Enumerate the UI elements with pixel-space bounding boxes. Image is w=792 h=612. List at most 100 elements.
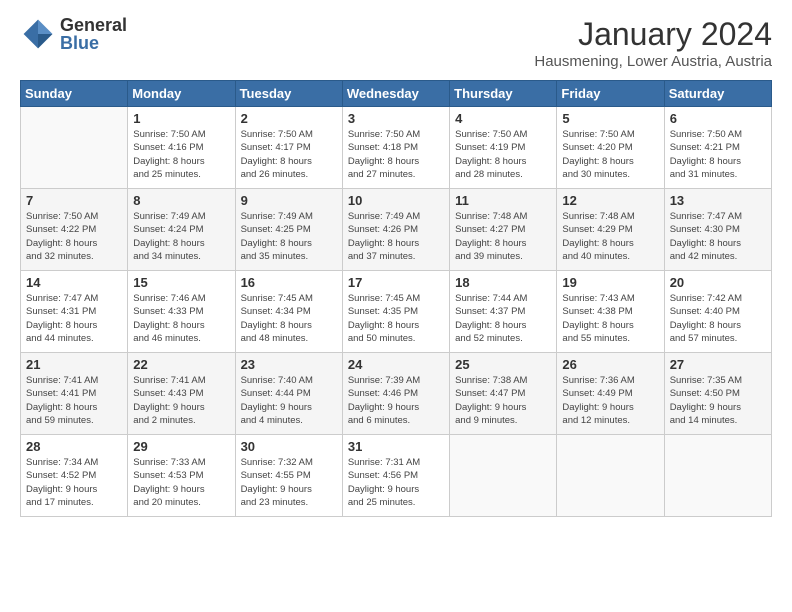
table-row: 1 Sunrise: 7:50 AM Sunset: 4:16 PM Daylig… xyxy=(128,107,235,189)
day-info: Sunrise: 7:48 AM Sunset: 4:27 PM Dayligh… xyxy=(455,210,551,263)
day-number: 31 xyxy=(348,439,444,454)
day-info: Sunrise: 7:38 AM Sunset: 4:47 PM Dayligh… xyxy=(455,374,551,427)
day-number: 2 xyxy=(241,111,337,126)
day-number: 12 xyxy=(562,193,658,208)
table-row: 9Sunrise: 7:49 AM Sunset: 4:25 PM Daylig… xyxy=(235,189,342,271)
day-info: Sunrise: 7:32 AM Sunset: 4:55 PM Dayligh… xyxy=(241,456,337,509)
header-sunday: Sunday xyxy=(21,81,128,107)
day-number: 11 xyxy=(455,193,551,208)
day-number: 15 xyxy=(133,275,229,290)
day-info: Sunrise: 7:41 AM Sunset: 4:41 PM Dayligh… xyxy=(26,374,122,427)
day-number: 30 xyxy=(241,439,337,454)
table-row xyxy=(557,435,664,517)
day-number: 6 xyxy=(670,111,766,126)
logo-text: General Blue xyxy=(60,16,127,52)
day-info: Sunrise: 7:31 AM Sunset: 4:56 PM Dayligh… xyxy=(348,456,444,509)
day-info: Sunrise: 7:42 AM Sunset: 4:40 PM Dayligh… xyxy=(670,292,766,345)
table-row: 16 Sunrise: 7:45 AM Sunset: 4:34 PM Dayli… xyxy=(235,271,342,353)
table-row: 14 Sunrise: 7:47 AM Sunset: 4:31 PM Dayli… xyxy=(21,271,128,353)
day-info: Sunrise: 7:40 AM Sunset: 4:44 PM Dayligh… xyxy=(241,374,337,427)
day-number: 16 xyxy=(241,275,337,290)
table-row: 10Sunrise: 7:49 AM Sunset: 4:26 PM Dayli… xyxy=(342,189,449,271)
calendar-week-row: 14 Sunrise: 7:47 AM Sunset: 4:31 PM Dayli… xyxy=(21,271,772,353)
header-row: Sunday Monday Tuesday Wednesday Thursday… xyxy=(21,81,772,107)
table-row: 20 Sunrise: 7:42 AM Sunset: 4:40 PM Dayli… xyxy=(664,271,771,353)
table-row xyxy=(664,435,771,517)
day-info: Sunrise: 7:49 AM Sunset: 4:24 PM Dayligh… xyxy=(133,210,229,263)
day-info: Sunrise: 7:44 AM Sunset: 4:37 PM Dayligh… xyxy=(455,292,551,345)
day-info: Sunrise: 7:50 AM Sunset: 4:17 PM Dayligh… xyxy=(241,128,337,181)
header-thursday: Thursday xyxy=(450,81,557,107)
day-info: Sunrise: 7:50 AM Sunset: 4:19 PM Dayligh… xyxy=(455,128,551,181)
day-info: Sunrise: 7:35 AM Sunset: 4:50 PM Dayligh… xyxy=(670,374,766,427)
table-row: 26 Sunrise: 7:36 AM Sunset: 4:49 PM Dayli… xyxy=(557,353,664,435)
table-row: 17 Sunrise: 7:45 AM Sunset: 4:35 PM Dayli… xyxy=(342,271,449,353)
day-number: 28 xyxy=(26,439,122,454)
day-number: 20 xyxy=(670,275,766,290)
day-info: Sunrise: 7:45 AM Sunset: 4:35 PM Dayligh… xyxy=(348,292,444,345)
day-info: Sunrise: 7:50 AM Sunset: 4:22 PM Dayligh… xyxy=(26,210,122,263)
logo-icon xyxy=(20,16,56,52)
table-row: 3 Sunrise: 7:50 AM Sunset: 4:18 PM Daylig… xyxy=(342,107,449,189)
day-info: Sunrise: 7:50 AM Sunset: 4:18 PM Dayligh… xyxy=(348,128,444,181)
table-row xyxy=(450,435,557,517)
day-info: Sunrise: 7:34 AM Sunset: 4:52 PM Dayligh… xyxy=(26,456,122,509)
table-row: 5Sunrise: 7:50 AM Sunset: 4:20 PM Daylig… xyxy=(557,107,664,189)
calendar-week-row: 21 Sunrise: 7:41 AM Sunset: 4:41 PM Dayli… xyxy=(21,353,772,435)
day-info: Sunrise: 7:36 AM Sunset: 4:49 PM Dayligh… xyxy=(562,374,658,427)
header: General Blue January 2024 Hausmening, Lo… xyxy=(20,16,772,70)
calendar-subtitle: Hausmening, Lower Austria, Austria xyxy=(534,53,772,70)
day-number: 3 xyxy=(348,111,444,126)
day-number: 17 xyxy=(348,275,444,290)
table-row: 22Sunrise: 7:41 AM Sunset: 4:43 PM Dayli… xyxy=(128,353,235,435)
day-info: Sunrise: 7:45 AM Sunset: 4:34 PM Dayligh… xyxy=(241,292,337,345)
day-number: 13 xyxy=(670,193,766,208)
table-row: 23Sunrise: 7:40 AM Sunset: 4:44 PM Dayli… xyxy=(235,353,342,435)
day-number: 22 xyxy=(133,357,229,372)
logo-general-text: General xyxy=(60,16,127,34)
logo: General Blue xyxy=(20,16,127,52)
day-info: Sunrise: 7:43 AM Sunset: 4:38 PM Dayligh… xyxy=(562,292,658,345)
day-info: Sunrise: 7:49 AM Sunset: 4:26 PM Dayligh… xyxy=(348,210,444,263)
day-info: Sunrise: 7:50 AM Sunset: 4:16 PM Dayligh… xyxy=(133,128,229,181)
day-number: 14 xyxy=(26,275,122,290)
day-info: Sunrise: 7:47 AM Sunset: 4:31 PM Dayligh… xyxy=(26,292,122,345)
table-row xyxy=(21,107,128,189)
table-row: 6 Sunrise: 7:50 AM Sunset: 4:21 PM Daylig… xyxy=(664,107,771,189)
day-info: Sunrise: 7:48 AM Sunset: 4:29 PM Dayligh… xyxy=(562,210,658,263)
table-row: 21 Sunrise: 7:41 AM Sunset: 4:41 PM Dayli… xyxy=(21,353,128,435)
day-info: Sunrise: 7:46 AM Sunset: 4:33 PM Dayligh… xyxy=(133,292,229,345)
day-number: 18 xyxy=(455,275,551,290)
day-number: 26 xyxy=(562,357,658,372)
day-info: Sunrise: 7:33 AM Sunset: 4:53 PM Dayligh… xyxy=(133,456,229,509)
table-row: 12 Sunrise: 7:48 AM Sunset: 4:29 PM Dayli… xyxy=(557,189,664,271)
header-wednesday: Wednesday xyxy=(342,81,449,107)
table-row: 19Sunrise: 7:43 AM Sunset: 4:38 PM Dayli… xyxy=(557,271,664,353)
title-block: January 2024 Hausmening, Lower Austria, … xyxy=(534,16,772,70)
day-number: 8 xyxy=(133,193,229,208)
calendar-table: Sunday Monday Tuesday Wednesday Thursday… xyxy=(20,80,772,517)
day-info: Sunrise: 7:47 AM Sunset: 4:30 PM Dayligh… xyxy=(670,210,766,263)
day-number: 5 xyxy=(562,111,658,126)
header-tuesday: Tuesday xyxy=(235,81,342,107)
table-row: 18 Sunrise: 7:44 AM Sunset: 4:37 PM Dayli… xyxy=(450,271,557,353)
calendar-week-row: 28 Sunrise: 7:34 AM Sunset: 4:52 PM Dayli… xyxy=(21,435,772,517)
day-number: 27 xyxy=(670,357,766,372)
day-number: 9 xyxy=(241,193,337,208)
header-saturday: Saturday xyxy=(664,81,771,107)
table-row: 8 Sunrise: 7:49 AM Sunset: 4:24 PM Daylig… xyxy=(128,189,235,271)
table-row: 2 Sunrise: 7:50 AM Sunset: 4:17 PM Daylig… xyxy=(235,107,342,189)
day-number: 21 xyxy=(26,357,122,372)
calendar-title: January 2024 xyxy=(534,16,772,53)
day-number: 24 xyxy=(348,357,444,372)
calendar-week-row: 1 Sunrise: 7:50 AM Sunset: 4:16 PM Daylig… xyxy=(21,107,772,189)
table-row: 31 Sunrise: 7:31 AM Sunset: 4:56 PM Dayli… xyxy=(342,435,449,517)
header-monday: Monday xyxy=(128,81,235,107)
day-number: 4 xyxy=(455,111,551,126)
table-row: 13 Sunrise: 7:47 AM Sunset: 4:30 PM Dayli… xyxy=(664,189,771,271)
day-info: Sunrise: 7:50 AM Sunset: 4:21 PM Dayligh… xyxy=(670,128,766,181)
table-row: 7Sunrise: 7:50 AM Sunset: 4:22 PM Daylig… xyxy=(21,189,128,271)
table-row: 27 Sunrise: 7:35 AM Sunset: 4:50 PM Dayli… xyxy=(664,353,771,435)
calendar-week-row: 7Sunrise: 7:50 AM Sunset: 4:22 PM Daylig… xyxy=(21,189,772,271)
day-number: 1 xyxy=(133,111,229,126)
